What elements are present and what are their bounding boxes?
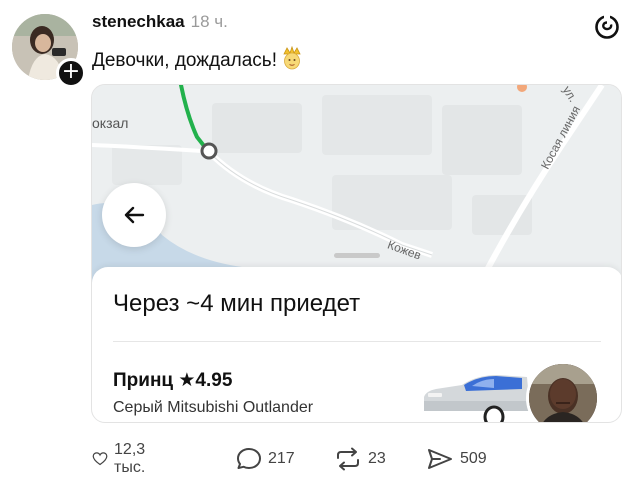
threads-logo-icon[interactable] bbox=[594, 14, 620, 40]
reply-button[interactable]: 217 bbox=[236, 446, 295, 472]
post-time: 18 ч. bbox=[190, 12, 228, 31]
map-station-label: окзал bbox=[92, 115, 129, 131]
driver-avatar bbox=[526, 361, 600, 422]
car-icon bbox=[424, 375, 530, 422]
username[interactable]: stenechkaa bbox=[92, 12, 185, 31]
post-header: stenechkaa 18 ч. bbox=[92, 12, 228, 32]
like-count: 12,3 тыс. bbox=[114, 441, 146, 476]
car-model: Серый Mitsubishi Outlander bbox=[113, 399, 314, 416]
follow-button[interactable]: + bbox=[56, 58, 86, 88]
heart-icon bbox=[92, 452, 108, 466]
speech-bubble-icon bbox=[237, 448, 261, 469]
driver-name-rating: Принц ★4.95 bbox=[113, 369, 232, 392]
crown-face-emoji-icon bbox=[283, 46, 301, 70]
post-text: Девочки, дождалась! bbox=[92, 46, 303, 74]
share-count: 509 bbox=[460, 450, 487, 467]
author-avatar-wrap[interactable]: + bbox=[12, 14, 86, 88]
post-media-card[interactable]: окзал ул. Косая линия Кожев Через ~4 мин… bbox=[91, 84, 622, 423]
arrow-left-icon bbox=[124, 206, 145, 224]
driver-rating: ★4.95 bbox=[178, 370, 233, 391]
send-icon bbox=[428, 449, 452, 469]
share-button[interactable]: 509 bbox=[426, 446, 487, 472]
repost-button[interactable]: 23 bbox=[334, 446, 386, 472]
divider bbox=[113, 341, 601, 342]
driver-photo bbox=[529, 364, 597, 422]
back-button[interactable] bbox=[102, 183, 166, 247]
like-button[interactable]: 12,3 тыс. bbox=[92, 441, 155, 476]
post-text-content: Девочки, дождалась! bbox=[92, 50, 277, 71]
eta-text: Через ~4 мин приедет bbox=[113, 290, 361, 317]
sheet-grabber[interactable] bbox=[334, 253, 380, 258]
driver-name: Принц bbox=[113, 370, 174, 391]
reply-count: 217 bbox=[268, 450, 295, 467]
repost-icon bbox=[337, 447, 359, 471]
repost-count: 23 bbox=[368, 450, 386, 467]
ride-info-sheet[interactable]: Через ~4 мин приедет Принц ★4.95 Серый M… bbox=[92, 253, 621, 422]
